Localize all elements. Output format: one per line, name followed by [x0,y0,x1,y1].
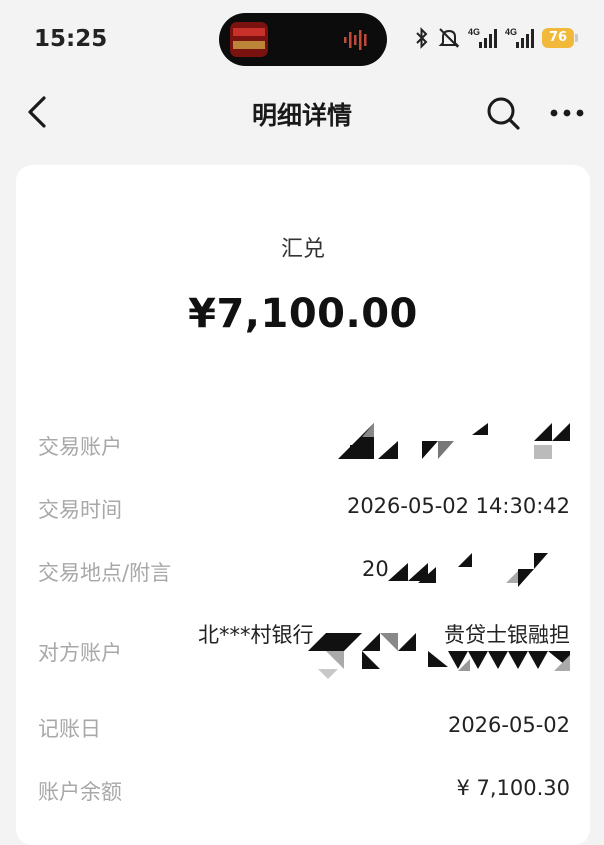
row-label: 记账日 [38,717,101,741]
transaction-type: 汇兑 [280,237,325,262]
redaction-mosaic [338,423,570,459]
more-icon[interactable] [548,98,586,128]
svg-text:4G: 4G [505,27,517,37]
status-time: 15:25 [34,26,108,52]
signal-icon: 4G [468,27,497,48]
detail-row-location: 交易地点/附言 20 [16,549,590,593]
row-label: 账户余额 [38,780,122,804]
detail-row-time: 交易时间 2026-05-02 14:30:42 [16,486,590,530]
detail-row-posting-date: 记账日 2026-05-02 [16,705,590,749]
row-label: 交易账户 [38,435,122,459]
dynamic-island[interactable] [219,13,387,66]
row-value: ¥ 7,100.30 [456,776,570,800]
row-value: 20 [362,557,389,581]
row-label: 对方账户 [38,641,122,665]
bluetooth-icon [416,27,428,49]
row-label: 交易地点/附言 [38,561,172,585]
transaction-amount: ¥7,100.00 [188,291,418,337]
detail-row-counterparty: 对方账户 北***村银行 贵贷士银融担 [16,615,590,681]
signal-icon: 4G [505,27,534,48]
detail-row-account: 交易账户 [16,423,590,467]
search-icon[interactable] [484,94,522,132]
status-icons: 4G 4G 76 [414,26,578,50]
redaction-mosaic [388,553,548,587]
mute-icon [438,28,460,48]
media-thumbnail [230,22,268,57]
row-label: 交易时间 [38,498,122,522]
detail-row-balance: 账户余额 ¥ 7,100.30 [16,768,590,812]
redaction-mosaic [308,633,570,679]
row-value: 2026-05-02 [447,713,570,737]
row-value: 2026-05-02 14:30:42 [346,494,570,518]
row-value: 北***村银行 [198,623,314,647]
navigation-bar: 明细详情 [0,78,604,148]
svg-text:4G: 4G [468,27,480,37]
battery-indicator: 76 [542,28,578,48]
transaction-detail-card: 汇兑 ¥7,100.00 交易账户 交易时间 2026-05-02 14:30:… [16,165,590,845]
status-bar: 15:25 4G 4G 76 [0,0,604,78]
audio-wave-icon [344,30,367,50]
